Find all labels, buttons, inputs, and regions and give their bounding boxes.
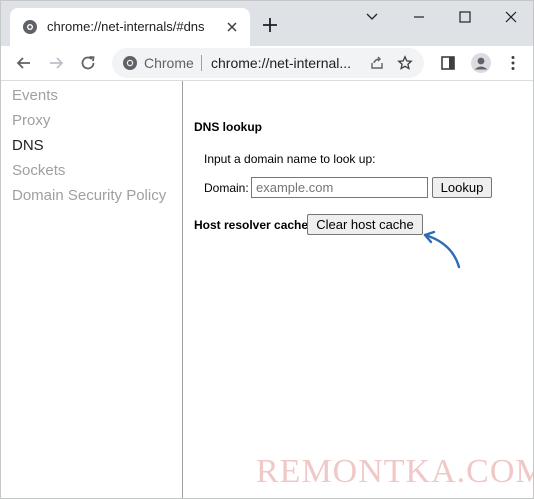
dns-panel: DNS lookup Input a domain name to look u… (184, 81, 533, 498)
close-window-icon[interactable] (503, 9, 519, 25)
profile-avatar-icon[interactable] (470, 52, 492, 74)
toolbar: Chrome chrome://net-internal... (1, 46, 533, 80)
share-icon[interactable] (369, 55, 385, 71)
watermark: REMONTKA.COM (256, 453, 534, 490)
address-bar[interactable]: Chrome chrome://net-internal... (112, 48, 424, 78)
forward-icon[interactable] (47, 54, 65, 72)
bookmark-star-icon[interactable] (397, 55, 413, 71)
clear-host-cache-button[interactable]: Clear host cache (307, 214, 423, 235)
sidebar-item-events[interactable]: Events (12, 87, 58, 104)
chevron-down-icon[interactable] (364, 9, 380, 25)
sidebar-item-domain-security-policy[interactable]: Domain Security Policy (12, 187, 166, 204)
tab-title: chrome://net-internals/#dns (47, 19, 205, 34)
dns-lookup-heading: DNS lookup (194, 120, 262, 134)
tab-strip: chrome://net-internals/#dns (1, 1, 533, 46)
side-panel-icon[interactable] (439, 54, 457, 72)
browser-window: chrome://net-internals/#dns Chrome chrom… (0, 0, 534, 499)
new-tab-icon[interactable] (261, 16, 279, 34)
tab-active[interactable]: chrome://net-internals/#dns (10, 8, 250, 46)
sidebar-item-dns[interactable]: DNS (12, 137, 44, 154)
globe-icon (23, 20, 37, 34)
close-tab-icon[interactable] (224, 19, 240, 35)
chrome-logo-icon (123, 56, 137, 70)
page-content: Events Proxy DNS Sockets Domain Security… (1, 81, 533, 498)
url-text[interactable]: chrome://net-internal... (211, 55, 357, 71)
host-resolver-label: Host resolver cache (194, 218, 309, 232)
sidebar-nav: Events Proxy DNS Sockets Domain Security… (1, 81, 183, 498)
sidebar-item-sockets[interactable]: Sockets (12, 162, 65, 179)
omnibox-divider (201, 55, 202, 71)
minimize-icon[interactable] (411, 9, 427, 25)
reload-icon[interactable] (79, 54, 97, 72)
domain-input[interactable] (251, 177, 428, 198)
menu-kebab-icon[interactable] (504, 54, 522, 72)
lookup-button[interactable]: Lookup (432, 177, 492, 198)
back-icon[interactable] (15, 54, 33, 72)
lookup-prompt: Input a domain name to look up: (204, 152, 376, 166)
domain-label: Domain: (204, 181, 249, 195)
sidebar-item-proxy[interactable]: Proxy (12, 112, 50, 129)
site-chip-label[interactable]: Chrome (144, 55, 194, 71)
pointer-arrow-icon (423, 230, 461, 269)
maximize-icon[interactable] (457, 9, 473, 25)
